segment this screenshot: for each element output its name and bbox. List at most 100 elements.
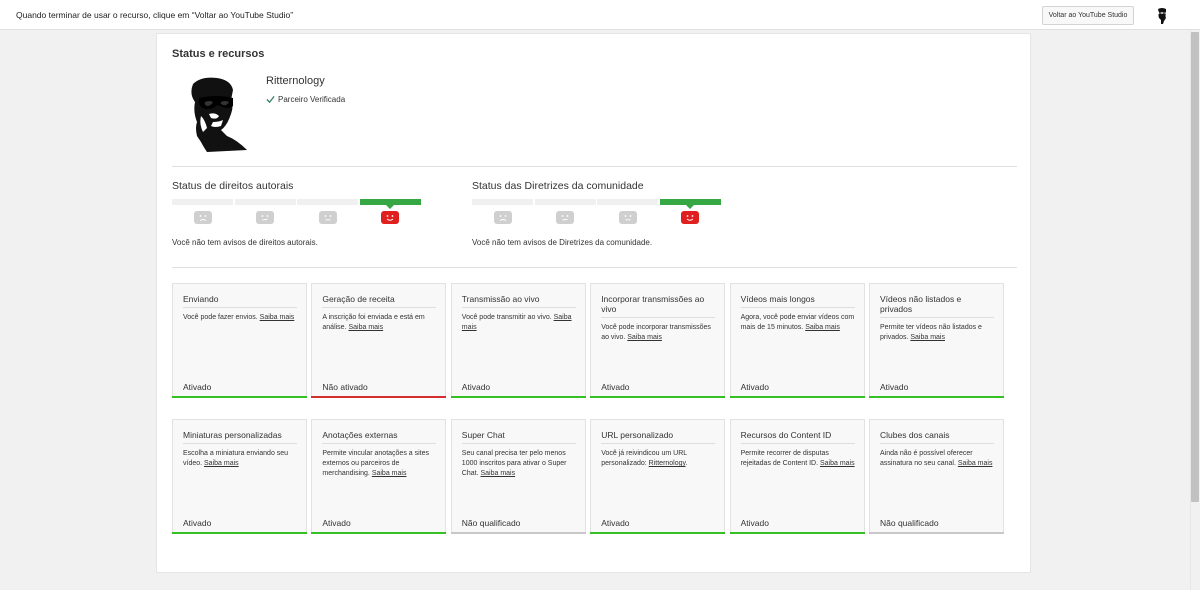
feature-status: Ativado xyxy=(880,382,909,392)
learn-more-link[interactable]: Saiba mais xyxy=(820,460,855,467)
learn-more-link[interactable]: Saiba mais xyxy=(958,460,993,467)
divider xyxy=(172,267,1017,268)
feature-status-bar xyxy=(590,396,726,398)
feature-title: Super Chat xyxy=(461,430,505,440)
feature-description: A inscrição foi enviada e está em anális… xyxy=(322,314,425,331)
community-status-heading: Status das Diretrizes da comunidade xyxy=(472,180,644,192)
feature-divider xyxy=(183,307,297,308)
feature-divider xyxy=(880,443,994,444)
learn-more-link[interactable]: Saiba mais xyxy=(348,324,383,331)
feature-status: Ativado xyxy=(461,382,491,392)
meter-segment xyxy=(472,199,533,205)
feature-title: Anotações externas xyxy=(322,430,398,440)
feature-status: Não ativado xyxy=(322,382,368,392)
feature-title: Vídeos mais longos xyxy=(740,294,815,304)
feature-description: Você pode incorporar transmissões ao viv… xyxy=(601,324,711,341)
neutral-face-icon xyxy=(318,211,337,224)
feature-tile: Miniaturas personalizadas Escolha a minia… xyxy=(172,419,307,534)
feature-divider xyxy=(322,443,437,444)
checkmark-icon xyxy=(266,95,275,104)
feature-tile: Anotações externas Permite vincular anota… xyxy=(311,419,447,534)
sad-face-icon xyxy=(493,211,512,224)
feature-tile: Geração de receita A inscrição foi enviad… xyxy=(311,283,447,398)
learn-more-link[interactable]: Saiba mais xyxy=(204,460,239,467)
user-avatar-icon[interactable] xyxy=(1154,7,1170,24)
feature-status-bar xyxy=(172,396,307,398)
feature-divider xyxy=(880,317,994,318)
feature-title: URL personalizado xyxy=(601,430,674,440)
feature-description: Permite ter vídeos não listados e privad… xyxy=(880,324,982,341)
feature-description: Você já reivindicou um URL personalizado… xyxy=(601,450,688,467)
feature-title: Enviando xyxy=(183,294,219,304)
feature-status: Ativado xyxy=(601,382,630,392)
meter-segment xyxy=(297,199,358,205)
feature-description: Ainda não é possível oferecer assinatura… xyxy=(880,450,993,467)
happy-face-icon xyxy=(381,211,399,224)
copyright-strike-meter xyxy=(172,199,421,229)
meter-segment xyxy=(172,199,233,205)
feature-title: Geração de receita xyxy=(322,294,395,304)
status-card: Status e recursos Ritternology Parceiro … xyxy=(156,33,1031,573)
feature-status: Ativado xyxy=(183,518,212,528)
learn-more-link[interactable]: Saiba mais xyxy=(260,314,295,321)
channel-name: Ritternology xyxy=(266,75,325,87)
feature-title: Incorporar transmissões ao vivo xyxy=(601,294,705,314)
feature-divider xyxy=(601,443,716,444)
learn-more-link[interactable]: Ritternology xyxy=(649,460,686,467)
meter-segment xyxy=(597,199,658,205)
feature-title: Recursos do Content ID xyxy=(740,430,832,440)
feature-status-bar xyxy=(729,396,865,398)
copyright-status-note: Você não tem avisos de direitos autorais… xyxy=(172,238,318,247)
feature-status: Ativado xyxy=(601,518,630,528)
happy-face-icon xyxy=(681,211,699,224)
feature-status: Ativado xyxy=(322,518,351,528)
feature-tile: Incorporar transmissões ao vivo Você pode… xyxy=(590,283,726,398)
feature-tile: Transmissão ao vivo Você pode transmitir … xyxy=(450,283,586,398)
feature-tile: Vídeos mais longos Agora, você pode envia… xyxy=(729,283,865,398)
feature-divider xyxy=(322,307,437,308)
top-bar-message: Quando terminar de usar o recurso, cliqu… xyxy=(16,10,294,20)
feature-status-bar xyxy=(869,532,1004,534)
learn-more-link[interactable]: Saiba mais xyxy=(627,334,662,341)
community-strike-meter xyxy=(472,199,721,229)
feature-description: Permite vincular anotações a sites exter… xyxy=(322,450,429,477)
feature-status: Não qualificado xyxy=(461,518,521,528)
feature-divider xyxy=(183,443,297,444)
learn-more-link[interactable]: Saiba mais xyxy=(372,470,407,477)
learn-more-link[interactable]: Saiba mais xyxy=(910,334,945,341)
feature-status: Não qualificado xyxy=(880,518,939,528)
meter-pointer xyxy=(686,205,694,209)
feature-description: Escolha a miniatura enviando seu vídeo. … xyxy=(183,450,289,467)
feature-tile: Clubes dos canais Ainda não é possível of… xyxy=(869,419,1004,534)
learn-more-link[interactable]: Saiba mais xyxy=(805,324,840,331)
feature-title: Clubes dos canais xyxy=(880,430,950,440)
feature-divider xyxy=(740,443,855,444)
feature-status-bar xyxy=(450,396,586,398)
feature-description: Você pode fazer envios. Saiba mais xyxy=(183,314,295,321)
feature-description: Seu canal precisa ter pelo menos 1000 in… xyxy=(461,450,567,477)
feature-divider xyxy=(601,317,716,318)
feature-tile: Enviando Você pode fazer envios. Saiba ma… xyxy=(172,283,307,398)
scrollbar-thumb[interactable] xyxy=(1191,32,1199,502)
top-bar: Quando terminar de usar o recurso, cliqu… xyxy=(0,0,1200,30)
back-to-studio-button[interactable]: Voltar ao YouTube Studio xyxy=(1042,6,1134,25)
meter-pointer xyxy=(386,205,394,209)
divider xyxy=(172,166,1017,167)
verified-label: Parceiro Verificada xyxy=(278,95,346,104)
feature-status-bar xyxy=(311,532,447,534)
verified-badge: Parceiro Verificada xyxy=(266,95,345,104)
learn-more-link[interactable]: Saiba mais xyxy=(480,470,515,477)
feature-title: Transmissão ao vivo xyxy=(461,294,540,304)
feature-status-bar xyxy=(729,532,865,534)
community-status-note: Você não tem avisos de Diretrizes da com… xyxy=(472,238,653,247)
meter-segment xyxy=(534,199,596,205)
feature-description: Agora, você pode enviar vídeos com mais … xyxy=(740,314,855,331)
neutral-face-icon xyxy=(618,211,637,224)
feature-status-bar xyxy=(869,396,1004,398)
learn-more-link[interactable]: Saiba mais xyxy=(462,314,572,331)
meh-face-icon xyxy=(256,211,274,224)
copyright-status-heading: Status de direitos autorais xyxy=(172,180,294,192)
feature-description: Permite recorrer de disputas rejeitadas … xyxy=(740,450,855,467)
feature-tile: Super Chat Seu canal precisa ter pelo men… xyxy=(450,419,586,534)
feature-status-bar xyxy=(450,532,586,534)
